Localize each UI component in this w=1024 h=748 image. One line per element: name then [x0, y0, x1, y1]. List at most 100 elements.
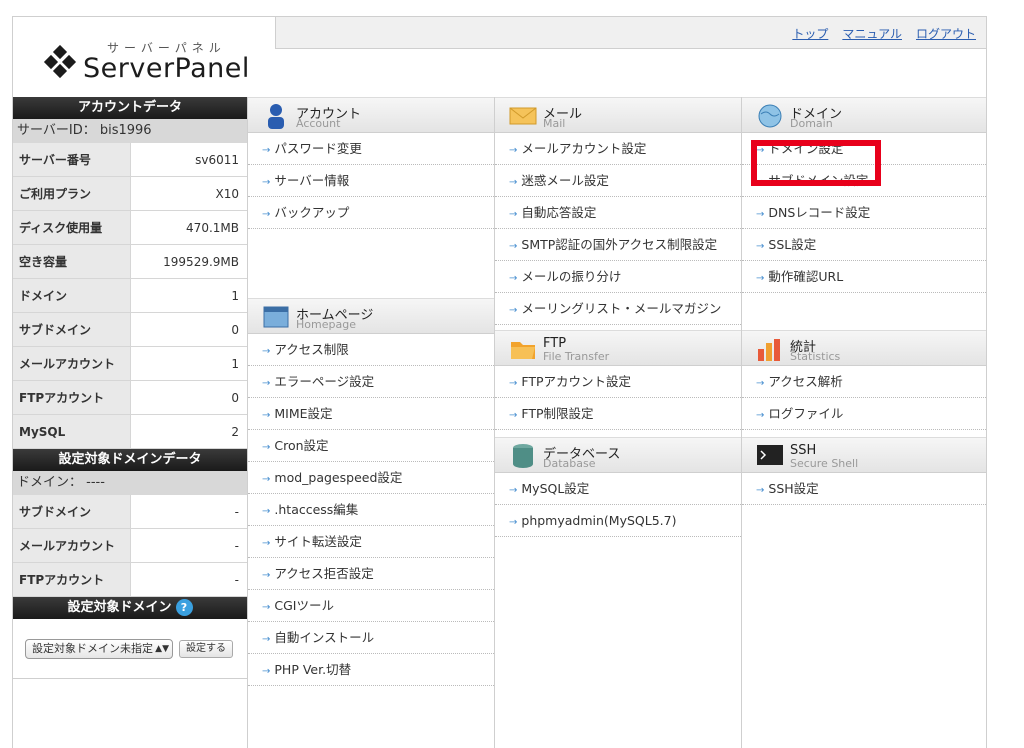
menu-item-label: サーバー情報: [274, 173, 350, 188]
menu-item-label: パスワード変更: [274, 141, 362, 156]
ssh-items: → SSH設定: [742, 473, 986, 505]
domain-value: ----: [86, 475, 105, 490]
menu-item-ssh[interactable]: → SSH設定: [742, 473, 986, 505]
section-homepage-header: ホームページ Homepage: [248, 298, 494, 334]
menu-item-homepage[interactable]: → 自動インストール: [248, 622, 494, 654]
arrow-icon: →: [262, 378, 271, 389]
info-value: sv6011: [195, 153, 239, 167]
menu-item-homepage[interactable]: → PHP Ver.切替: [248, 654, 494, 686]
menu-item-homepage[interactable]: → アクセス拒否設定: [248, 558, 494, 590]
info-label: 空き容量: [13, 245, 131, 278]
arrow-icon: →: [262, 474, 271, 485]
menu-item-homepage[interactable]: → CGIツール: [248, 590, 494, 622]
menu-item-mail[interactable]: → SMTP認証の国外アクセス制限設定: [495, 229, 741, 261]
menu-item-homepage[interactable]: → アクセス制限: [248, 334, 494, 366]
section-mail-header: メール Mail: [495, 97, 741, 133]
arrow-icon: →: [262, 506, 271, 517]
section-ftp-header: FTP File Transfer: [495, 330, 741, 366]
info-label: サブドメイン: [13, 495, 131, 528]
menu-item-homepage[interactable]: → サイト転送設定: [248, 526, 494, 558]
arrow-icon: →: [262, 666, 271, 677]
menu-item-account[interactable]: → バックアップ: [248, 197, 494, 229]
menu-item-mail[interactable]: → 自動応答設定: [495, 197, 741, 229]
menu-item-account[interactable]: → パスワード変更: [248, 133, 494, 165]
top-links: トップ マニュアル ログアウト: [792, 25, 976, 42]
arrow-icon: →: [509, 145, 518, 156]
account-data-heading: アカウントデータ: [13, 97, 247, 119]
menu-item-label: アクセス拒否設定: [274, 566, 374, 581]
menu-item-account[interactable]: → サーバー情報: [248, 165, 494, 197]
menu-item-mail[interactable]: → メールアカウント設定: [495, 133, 741, 165]
arrow-icon: →: [262, 145, 271, 156]
top-link[interactable]: トップ: [792, 25, 828, 42]
menu-item-label: 迷惑メール設定: [521, 173, 609, 188]
menu-item-stats[interactable]: → アクセス解析: [742, 366, 986, 398]
menu-item-homepage[interactable]: → .htaccess編集: [248, 494, 494, 526]
arrow-icon: →: [262, 209, 271, 220]
menu-item-database[interactable]: → MySQL設定: [495, 473, 741, 505]
menu-item-homepage[interactable]: → エラーページ設定: [248, 366, 494, 398]
column-3: ドメイン Domain → ドメイン設定 → サブドメイン設定 → DNSレコード設定 → S…: [741, 97, 986, 748]
logo[interactable]: サーバーパネル ServerPanel: [39, 25, 269, 95]
menu-item-label: MIME設定: [274, 406, 333, 421]
section-title: FTP: [543, 336, 567, 351]
info-value: -: [234, 573, 239, 587]
arrow-icon: →: [509, 209, 518, 220]
info-label: サブドメイン: [13, 313, 131, 346]
info-value: 1: [231, 357, 239, 371]
info-label: MySQL: [13, 415, 131, 448]
arrow-icon: →: [756, 485, 765, 496]
info-value: 199529.9MB: [163, 255, 239, 269]
arrow-icon: →: [262, 346, 271, 357]
info-label: ドメイン: [13, 279, 131, 312]
section-subtitle: Mail: [543, 117, 566, 130]
set-domain-button[interactable]: 設定する: [179, 640, 233, 658]
menu-item-homepage[interactable]: → mod_pagespeed設定: [248, 462, 494, 494]
menu-item-label: 動作確認URL: [768, 269, 844, 284]
logout-link[interactable]: ログアウト: [916, 25, 976, 42]
section-ssh-header: SSH Secure Shell: [742, 437, 986, 473]
menu-item-label: エラーページ設定: [274, 374, 375, 389]
menu-item-domain[interactable]: → SSL設定: [742, 229, 986, 261]
info-row: メールアカウント 1: [13, 347, 247, 381]
server-id-value: bis1996: [99, 123, 152, 138]
menu-item-domain[interactable]: → DNSレコード設定: [742, 197, 986, 229]
menu-item-mail[interactable]: → 迷惑メール設定: [495, 165, 741, 197]
info-value: 0: [231, 323, 239, 337]
menu-item-homepage[interactable]: → Cron設定: [248, 430, 494, 462]
menu-item-homepage[interactable]: → MIME設定: [248, 398, 494, 430]
menu-item-label: 自動応答設定: [521, 205, 597, 220]
menu-item-stats[interactable]: → ログファイル: [742, 398, 986, 430]
section-subtitle: Secure Shell: [790, 457, 859, 470]
menu-item-database[interactable]: → phpmyadmin(MySQL5.7): [495, 505, 741, 537]
target-domain-select[interactable]: 設定対象ドメイン未指定 ▲▼: [25, 639, 173, 659]
logo-diamond-icon: [43, 45, 77, 79]
menu-item-label: MySQL設定: [521, 481, 590, 496]
info-value: -: [234, 539, 239, 553]
section-subtitle: Database: [543, 457, 596, 470]
sidebar: アカウントデータ サーバーID： bis1996 サーバー番号 sv6011 ご利用…: [13, 97, 247, 748]
help-icon[interactable]: ?: [175, 599, 193, 616]
menu-item-label: SSL設定: [768, 237, 817, 252]
menu-item-domain[interactable]: → 動作確認URL: [742, 261, 986, 293]
info-row: ドメイン 1: [13, 279, 247, 313]
info-value: X10: [215, 187, 240, 201]
domain-data-heading: 設定対象ドメインデータ: [13, 449, 247, 471]
menu-item-ftp[interactable]: → FTP制限設定: [495, 398, 741, 430]
server-panel-window: サーバーパネル ServerPanel トップ マニュアル ログアウト アカウン…: [12, 16, 987, 748]
menu-item-label: mod_pagespeed設定: [274, 470, 403, 485]
menu-item-label: メールの振り分け: [521, 269, 622, 284]
arrow-icon: →: [509, 517, 518, 528]
info-value: 1: [231, 289, 239, 303]
info-row: FTPアカウント 0: [13, 381, 247, 415]
menu-item-mail[interactable]: → メーリングリスト・メールマガジン: [495, 293, 741, 325]
chart-icon: [758, 339, 780, 361]
info-value: -: [234, 505, 239, 519]
top-bar: トップ マニュアル ログアウト: [275, 17, 986, 49]
manual-link[interactable]: マニュアル: [842, 25, 902, 42]
menu-item-ftp[interactable]: → FTPアカウント設定: [495, 366, 741, 398]
info-row: 空き容量 199529.9MB: [13, 245, 247, 279]
menu-item-label: メーリングリスト・メールマガジン: [521, 301, 722, 316]
menu-item-mail[interactable]: → メールの振り分け: [495, 261, 741, 293]
